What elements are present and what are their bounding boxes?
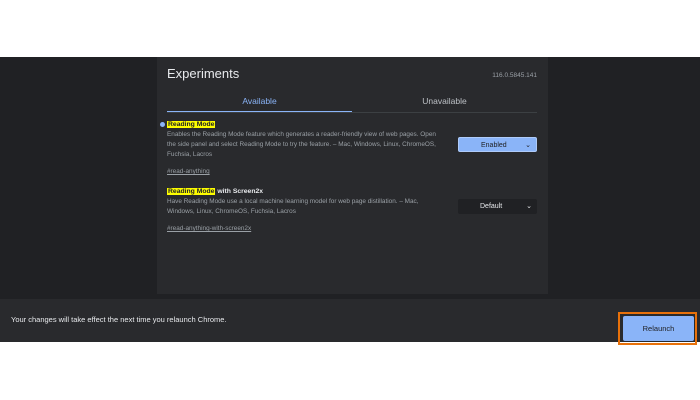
relaunch-bar: Your changes will take effect the next t… [0, 299, 700, 342]
version-label: 116.0.5845.141 [492, 72, 537, 79]
experiment-description: Enables the Reading Mode feature which g… [167, 131, 436, 158]
tab-divider [167, 112, 537, 113]
experiment-read-anything-with-screen2x: Reading Mode with Screen2x Have Reading … [167, 187, 537, 235]
experiment-permalink[interactable]: #read-anything [167, 167, 210, 177]
relaunch-button[interactable]: Relaunch [623, 316, 694, 341]
experiments-panel: Experiments 116.0.5845.141 Available Una… [157, 57, 548, 294]
experiment-state-select[interactable]: Default ⌄ [458, 199, 537, 214]
experiment-name: Reading Mode [167, 120, 537, 129]
tab-bar: Available Unavailable [167, 90, 537, 113]
experiment-state-select[interactable]: Enabled ⌄ [458, 137, 537, 152]
experiment-name-rest: with Screen2x [215, 188, 264, 195]
tab-available[interactable]: Available [167, 90, 352, 113]
select-value: Enabled [481, 142, 507, 149]
experiment-read-anything: Reading Mode Enables the Reading Mode fe… [160, 120, 537, 178]
chevron-down-icon: ⌄ [525, 142, 531, 149]
select-value: Default [480, 203, 503, 210]
flags-page: Experiments 116.0.5845.141 Available Una… [0, 57, 700, 345]
modified-indicator-dot [160, 122, 165, 127]
search-highlight: Reading Mode [167, 121, 216, 128]
chevron-down-icon: ⌄ [526, 203, 532, 210]
experiment-permalink[interactable]: #read-anything-with-screen2x [167, 224, 251, 234]
experiment-name: Reading Mode with Screen2x [167, 187, 537, 196]
search-highlight: Reading Mode [167, 188, 216, 195]
page-title: Experiments [167, 66, 240, 81]
tab-unavailable[interactable]: Unavailable [352, 90, 537, 113]
relaunch-message: Your changes will take effect the next t… [11, 315, 227, 324]
experiment-description: Have Reading Mode use a local machine le… [167, 198, 419, 215]
